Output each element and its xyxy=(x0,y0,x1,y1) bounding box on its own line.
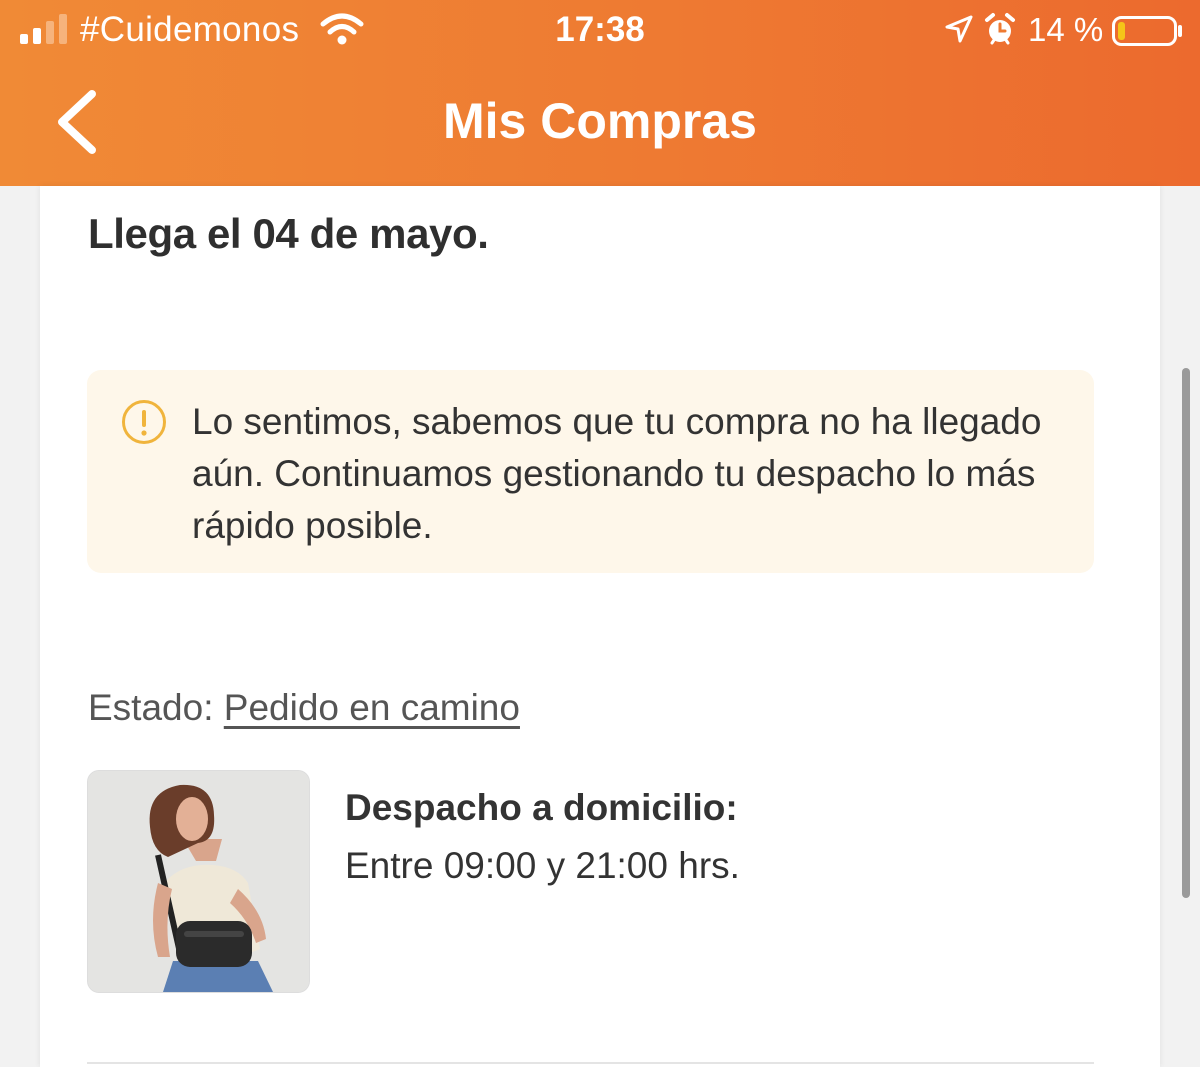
divider xyxy=(87,1062,1094,1064)
order-card: Llega el 04 de mayo. Lo sentimos, sabemo… xyxy=(40,186,1160,1067)
notice-message: Lo sentimos, sabemos que tu compra no ha… xyxy=(192,401,1042,546)
order-status: Estado: Pedido en camino xyxy=(88,682,520,734)
alarm-icon xyxy=(985,13,1015,45)
scrollbar[interactable] xyxy=(1182,368,1190,898)
arrival-date: Llega el 04 de mayo. xyxy=(88,210,489,257)
battery-icon xyxy=(1112,16,1182,46)
product-image[interactable] xyxy=(87,770,310,993)
delivery-type: Despacho a domicilio: xyxy=(345,787,738,828)
page-title: Mis Compras xyxy=(443,93,757,149)
delay-notice: Lo sentimos, sabemos que tu compra no ha… xyxy=(87,370,1094,573)
location-arrow-icon xyxy=(945,15,973,43)
status-link[interactable]: Pedido en camino xyxy=(224,687,520,728)
status-time: 17:38 xyxy=(555,10,645,49)
warning-circle-icon xyxy=(122,400,166,444)
app-header: #Cuidemonos 17:38 14 % Mis Compras xyxy=(0,0,1200,186)
battery-percentage: 14 % xyxy=(1028,11,1104,48)
product-photo xyxy=(88,771,309,992)
status-bar: #Cuidemonos 17:38 14 % xyxy=(0,0,1200,62)
battery-level-fill xyxy=(1118,22,1125,40)
status-label: Estado: xyxy=(88,687,214,728)
delivery-window: Entre 09:00 y 21:00 hrs. xyxy=(345,845,740,886)
